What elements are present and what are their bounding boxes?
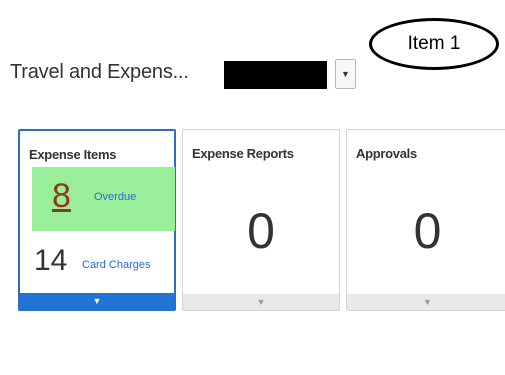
tile-title: Expense Reports xyxy=(192,146,294,161)
item-callout-label: Item 1 xyxy=(407,33,461,54)
overdue-count-link[interactable]: 8 xyxy=(52,179,71,213)
caret-down-icon: ▼ xyxy=(423,297,432,307)
card-charges-link[interactable]: Card Charges xyxy=(82,259,150,271)
tile-title: Expense Items xyxy=(29,147,117,162)
selector-value-redacted[interactable] xyxy=(224,61,327,89)
tile-approvals[interactable]: Approvals 0 ▼ xyxy=(346,129,505,311)
card-charges-count: 14 xyxy=(34,244,68,277)
tile-expense-reports[interactable]: Expense Reports 0 ▼ xyxy=(182,129,340,311)
context-selector[interactable]: ▼ xyxy=(224,59,357,91)
expense-reports-count: 0 xyxy=(247,203,275,259)
tile-expense-items[interactable]: Expense Items 8 Overdue 14 Card Charges … xyxy=(18,129,176,311)
tile-expand-button[interactable]: ▼ xyxy=(183,294,339,310)
tile-expand-button[interactable]: ▼ xyxy=(347,294,505,310)
caret-down-icon: ▼ xyxy=(256,297,266,307)
approvals-count: 0 xyxy=(413,203,442,259)
caret-down-icon: ▼ xyxy=(92,296,102,306)
selector-dropdown-button[interactable]: ▼ xyxy=(335,59,356,89)
page: Item 1 Travel and Expens... ▼ Expense It… xyxy=(0,0,505,375)
page-title: Travel and Expens... xyxy=(10,61,189,83)
caret-down-icon: ▼ xyxy=(341,69,350,79)
overdue-summary[interactable]: 8 Overdue xyxy=(32,167,175,231)
tile-expand-button[interactable]: ▼ xyxy=(20,293,174,309)
item-callout: Item 1 xyxy=(369,18,499,70)
overdue-label-link[interactable]: Overdue xyxy=(94,191,136,203)
tile-title: Approvals xyxy=(356,146,417,161)
